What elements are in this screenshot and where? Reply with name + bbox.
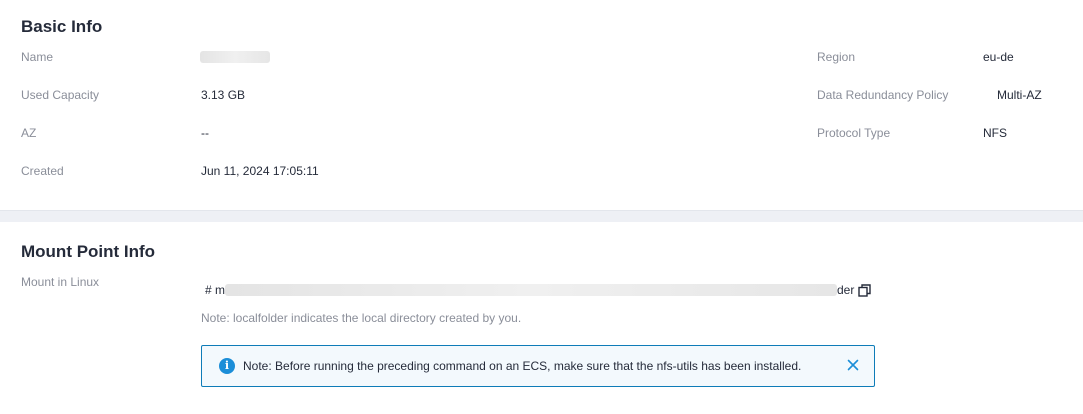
localfolder-note: Note: localfolder indicates the local di… — [201, 311, 522, 325]
protocol-type-value: NFS — [983, 126, 1007, 140]
name-label: Name — [21, 50, 54, 64]
info-icon: i — [219, 358, 235, 374]
mount-command: # m der — [201, 282, 881, 298]
close-icon[interactable] — [845, 357, 861, 373]
used-capacity-value: 3.13 GB — [201, 88, 246, 102]
used-capacity-label: Used Capacity — [21, 88, 100, 102]
mount-command-prefix: # m — [205, 283, 226, 297]
region-label: Region — [817, 50, 856, 64]
basic-info-title: Basic Info — [21, 17, 103, 36]
redundancy-policy-label: Data Redundancy Policy — [817, 88, 949, 102]
protocol-type-label: Protocol Type — [817, 126, 891, 140]
basic-info-section: Basic Info Name Used Capacity 3.13 GB AZ… — [0, 0, 1083, 210]
alert-text: Note: Before running the preceding comma… — [243, 359, 802, 373]
region-value: eu-de — [983, 50, 1014, 64]
created-value: Jun 11, 2024 17:05:11 — [201, 164, 319, 178]
copy-icon[interactable] — [858, 284, 871, 297]
created-label: Created — [21, 164, 64, 178]
mount-point-section: Mount Point Info Mount in Linux # m der … — [0, 222, 1083, 414]
mount-point-title: Mount Point Info — [21, 242, 156, 261]
mount-command-redacted — [225, 284, 837, 296]
nfs-utils-alert: i Note: Before running the preceding com… — [201, 345, 875, 387]
section-divider — [0, 210, 1083, 222]
mount-command-suffix: der — [837, 283, 855, 297]
name-value-redacted — [200, 51, 270, 63]
mount-in-linux-label: Mount in Linux — [21, 275, 100, 289]
az-value: -- — [201, 126, 209, 140]
az-label: AZ — [21, 126, 37, 140]
redundancy-policy-value: Multi-AZ — [997, 88, 1042, 102]
